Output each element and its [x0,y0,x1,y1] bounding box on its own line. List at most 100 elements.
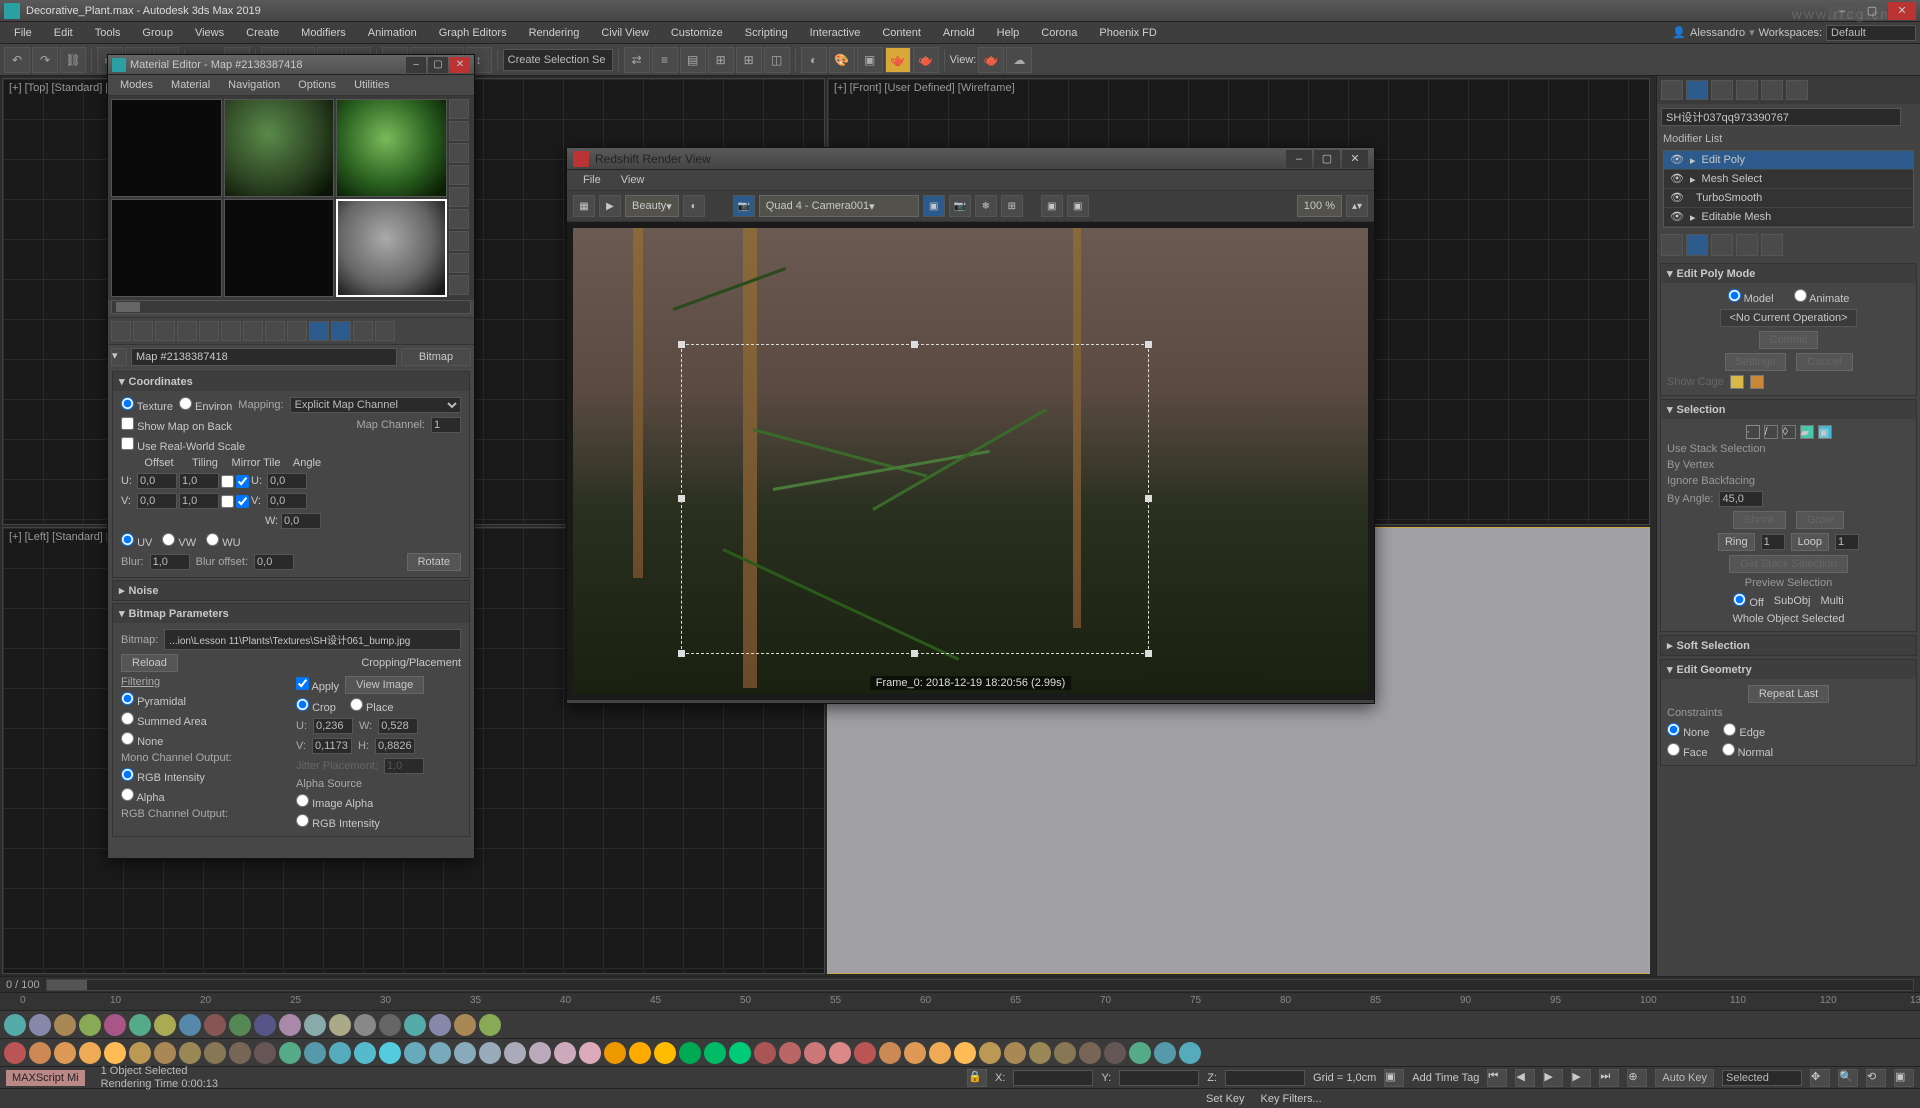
menu-animation[interactable]: Animation [358,25,427,41]
vw-radio[interactable] [162,533,175,546]
anim-icon[interactable] [404,1014,426,1036]
isolate-button[interactable]: ▣ [1384,1069,1404,1087]
cage-color1[interactable] [1730,375,1744,389]
tab-utilities[interactable] [1786,80,1808,100]
anim-icon[interactable] [254,1014,276,1036]
menu-arnold[interactable]: Arnold [933,25,985,41]
anim-icon[interactable] [179,1014,201,1036]
tool-icon[interactable] [1004,1042,1026,1064]
rs-camera-select[interactable]: Quad 4 - Camera001 ▾ [759,195,919,217]
tool-icon[interactable] [1079,1042,1101,1064]
tool-icon[interactable] [204,1042,226,1064]
bitmap-path[interactable]: ...ion\Lesson 11\Plants\Textures\SH设计061… [164,629,461,650]
subobj-vertex[interactable]: · [1746,425,1760,439]
set-key-button[interactable]: Set Key [1206,1093,1245,1105]
tab-create[interactable] [1661,80,1683,100]
filter-summed[interactable] [121,712,134,725]
rs-camera-icon[interactable]: 📷 [733,195,755,217]
video-color-button[interactable] [449,187,469,207]
sample-uv-button[interactable] [449,165,469,185]
ring-button[interactable]: Ring [1718,533,1755,551]
maximize-button[interactable]: ▢ [1858,2,1886,20]
tool-icon[interactable] [929,1042,951,1064]
render-setup-button[interactable]: 🎨 [829,47,855,73]
time-slider-track[interactable]: 0 / 100 [0,976,1920,992]
tool-icon[interactable] [479,1042,501,1064]
coord-texture-radio[interactable] [121,397,134,410]
region-handle-tr[interactable] [1145,341,1152,348]
anim-icon[interactable] [4,1014,26,1036]
tool-icon[interactable] [1179,1042,1201,1064]
get-material-button[interactable] [111,321,131,341]
tool-icon[interactable] [754,1042,776,1064]
me-maximize[interactable]: ▢ [428,57,448,73]
me-minimize[interactable]: – [406,57,426,73]
material-editor-window[interactable]: Material Editor - Map #2138387418 – ▢ ✕ … [107,54,475,859]
crop-radio[interactable] [296,698,309,711]
key-mode-button[interactable]: ⊕ [1627,1069,1647,1087]
align-button[interactable]: ≡ [652,47,678,73]
goto-end-button[interactable]: ⏭ [1599,1069,1619,1087]
time-ruler[interactable]: 0102025303540455055606570758085909510011… [0,992,1920,1010]
tool-icon[interactable] [904,1042,926,1064]
layer-button[interactable]: ▤ [680,47,706,73]
eye-icon[interactable]: 👁 [1670,153,1684,167]
v-offset[interactable] [137,493,177,509]
anim-icon[interactable] [229,1014,251,1036]
menu-scripting[interactable]: Scripting [735,25,798,41]
make-unique-button[interactable] [221,321,241,341]
show-in-viewport-button[interactable] [287,321,307,341]
material-editor-button[interactable]: ◐ [801,47,827,73]
redshift-render-view-window[interactable]: Redshift Render View – ▢ ✕ File View ▦ ▶… [566,147,1375,704]
lock-selection-button[interactable]: 🔒 [967,1069,987,1087]
mapping-select[interactable]: Explicit Map Channel [290,397,461,413]
tool-icon[interactable] [229,1042,251,1064]
rs-compare-a[interactable]: ▣ [1041,195,1063,217]
angle-input[interactable] [1719,491,1763,507]
constraint-face[interactable] [1667,743,1680,756]
sample-slot-2[interactable] [224,99,335,197]
tool-icon[interactable] [1029,1042,1051,1064]
render-teapot-button[interactable]: 🫖 [885,47,911,73]
auto-key-button[interactable]: Auto Key [1655,1069,1714,1087]
tool-icon[interactable] [354,1042,376,1064]
w-angle[interactable] [281,513,321,529]
z-input[interactable] [1225,1070,1305,1086]
user-name[interactable]: Alessandro [1690,27,1745,39]
sample-hscroll[interactable] [111,300,471,314]
tool-icon[interactable] [54,1042,76,1064]
render-production-button[interactable]: 🫖 [913,47,939,73]
anim-icon[interactable] [354,1014,376,1036]
menu-file[interactable]: File [4,25,42,41]
ring-spinner[interactable] [1761,534,1785,550]
grid1-button[interactable]: ⊞ [708,47,734,73]
render-region[interactable] [681,344,1149,654]
schematic-button[interactable]: ◫ [764,47,790,73]
tool-icon[interactable] [379,1042,401,1064]
menu-create[interactable]: Create [236,25,289,41]
v-angle[interactable] [267,493,307,509]
sample-slot-5[interactable] [224,199,335,297]
crop-u[interactable] [313,718,353,734]
material-id-button[interactable] [265,321,285,341]
tool-icon[interactable] [1154,1042,1176,1064]
go-forward-button[interactable] [353,321,373,341]
redo-button[interactable]: ↷ [32,47,58,73]
tool-icon[interactable] [579,1042,601,1064]
crop-w[interactable] [378,718,418,734]
modifier-turbosmooth[interactable]: 👁TurboSmooth [1664,189,1913,208]
maxscript-listener[interactable]: MAXScript Mi [6,1070,85,1086]
cage-color2[interactable] [1750,375,1764,389]
redshift-titlebar[interactable]: Redshift Render View – ▢ ✕ [567,148,1374,170]
backlight-button[interactable] [449,121,469,141]
go-to-parent-button[interactable] [331,321,351,341]
tab-hierarchy[interactable] [1711,80,1733,100]
u-tile[interactable] [236,475,249,488]
blur-input[interactable] [150,554,190,570]
make-preview-button[interactable] [449,209,469,229]
loop-spinner[interactable] [1835,534,1859,550]
rs-lock-button[interactable]: ◐ [683,195,705,217]
remove-modifier-button[interactable] [1736,234,1758,256]
coord-environ-radio[interactable] [179,397,192,410]
nav-orbit-button[interactable]: ⟲ [1866,1069,1886,1087]
